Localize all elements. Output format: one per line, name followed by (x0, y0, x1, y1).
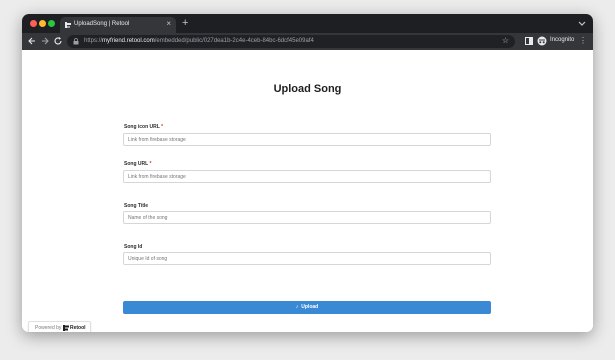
page-title: Upload Song (273, 83, 342, 95)
url-text: https://myfriend.retool.com/embedded/pub… (84, 38, 314, 44)
song-icon-url-input[interactable] (123, 133, 491, 146)
side-panel-icon[interactable] (524, 36, 534, 46)
page-content: Upload Song Song icon URL * Song URL * S… (22, 50, 593, 332)
tab-title: UploadSong | Retool (74, 21, 130, 27)
browser-tab[interactable]: UploadSong | Retool × (60, 17, 176, 33)
powered-by-text: Powered by (35, 325, 62, 331)
bookmark-star-icon[interactable]: ☆ (502, 36, 509, 45)
tab-search-chevron-icon[interactable] (578, 19, 586, 27)
powered-by-retool-badge[interactable]: Powered by Retool (28, 321, 91, 332)
url-scheme: https:// (84, 38, 103, 44)
required-mark: * (149, 161, 152, 167)
new-tab-icon[interactable]: + (182, 17, 188, 29)
minimize-window-button[interactable] (39, 20, 46, 27)
song-icon-url-label-text: Song icon URL (124, 124, 160, 130)
retool-favicon-icon (65, 22, 71, 28)
browser-toolbar: https://myfriend.retool.com/embedded/pub… (22, 33, 593, 50)
reload-icon[interactable] (53, 36, 63, 46)
song-icon-url-label: Song icon URL * (124, 124, 163, 130)
song-id-input[interactable] (123, 252, 491, 265)
song-url-label-text: Song URL (124, 161, 149, 167)
url-path: /embedded/public/027dea1b-2c4e-4ceb-84bc… (154, 38, 314, 44)
required-mark: * (161, 124, 164, 130)
browser-window: UploadSong | Retool × + https://myfriend… (22, 14, 593, 332)
incognito-icon[interactable] (537, 36, 547, 46)
upload-button[interactable]: ♪ Upload (123, 301, 491, 314)
upload-button-label: Upload (301, 304, 319, 310)
incognito-label: Incognito (550, 37, 575, 43)
back-arrow-icon[interactable] (27, 36, 37, 46)
song-url-label: Song URL * (124, 161, 151, 167)
forward-arrow-icon[interactable] (40, 36, 50, 46)
maximize-window-button[interactable] (48, 20, 55, 27)
tab-strip: UploadSong | Retool × + (22, 14, 593, 33)
close-window-button[interactable] (30, 20, 37, 27)
close-tab-icon[interactable]: × (166, 19, 171, 29)
address-bar[interactable]: https://myfriend.retool.com/embedded/pub… (67, 35, 515, 48)
song-id-label: Song Id (124, 244, 143, 250)
song-url-input[interactable] (123, 170, 491, 183)
song-title-input[interactable] (123, 211, 491, 224)
music-note-icon: ♪ (295, 304, 299, 310)
retool-brand-name: Retool (70, 325, 86, 331)
retool-logo-icon (63, 325, 69, 331)
browser-menu-icon[interactable]: ⋮ (579, 36, 587, 46)
lock-icon[interactable] (73, 38, 79, 45)
url-host: myfriend.retool.com (102, 38, 155, 44)
song-title-label: Song Title (124, 203, 149, 209)
